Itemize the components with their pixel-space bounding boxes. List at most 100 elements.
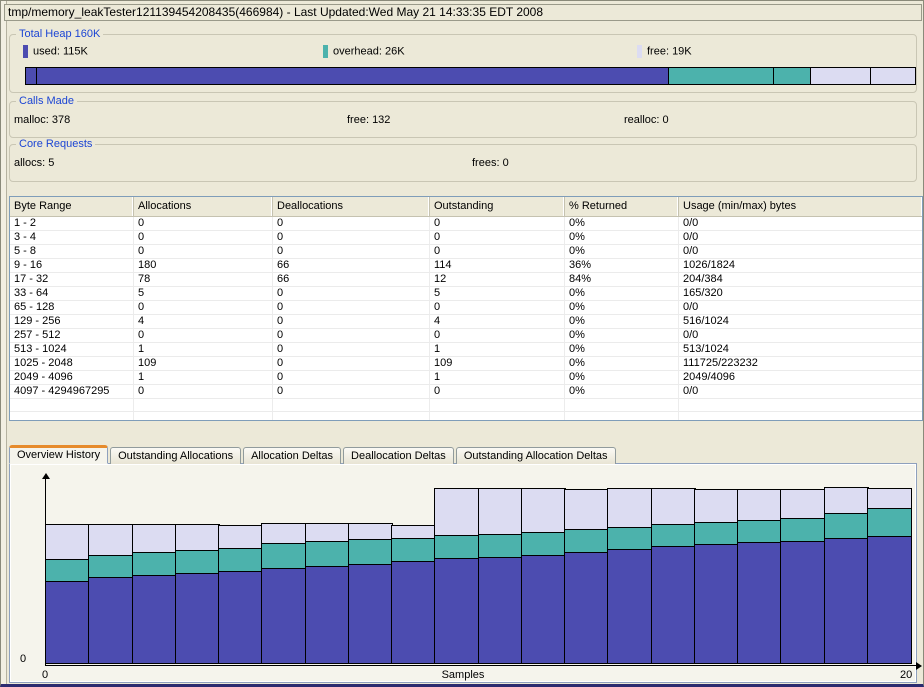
table-cell: 0 [273, 301, 430, 314]
sample-bar-2 [88, 524, 133, 664]
column-header-0[interactable]: Byte Range [10, 197, 134, 217]
table-empty-row [10, 399, 922, 412]
total-heap-group-title: Total Heap 160K [16, 28, 103, 40]
table-cell: 0/0 [679, 231, 922, 244]
overhead-segment [218, 548, 263, 572]
table-cell: 2049/4096 [679, 371, 922, 384]
table-cell: 5 - 8 [10, 245, 134, 258]
overhead-segment [694, 522, 739, 545]
table-cell [10, 399, 134, 411]
heap-usage-bar [25, 67, 916, 85]
table-row[interactable]: 2049 - 40961010%2049/4096 [10, 371, 922, 385]
used-segment [867, 536, 912, 664]
table-cell: 4 [430, 315, 565, 328]
overhead-segment [45, 559, 90, 582]
table-row[interactable]: 17 - 3278661284%204/384 [10, 273, 922, 287]
table-empty-row [10, 412, 922, 421]
table-cell: 3 - 4 [10, 231, 134, 244]
column-header-5[interactable]: Usage (min/max) bytes [679, 197, 922, 217]
tab-outstanding-allocations[interactable]: Outstanding Allocations [110, 447, 241, 464]
tab-allocation-deltas[interactable]: Allocation Deltas [243, 447, 341, 464]
sample-bar-6 [261, 523, 306, 664]
column-header-4[interactable]: % Returned [565, 197, 679, 217]
table-cell: 1026/1824 [679, 259, 922, 272]
used-segment [478, 557, 523, 664]
table-cell: 0 [273, 357, 430, 370]
table-cell: 0 [430, 329, 565, 342]
table-cell: 1 [430, 343, 565, 356]
column-header-3[interactable]: Outstanding [430, 197, 565, 217]
table-cell [134, 412, 273, 421]
sample-bar-13 [564, 489, 609, 664]
table-cell: 0 [273, 329, 430, 342]
table-cell: 0 [273, 245, 430, 258]
table-cell [679, 412, 922, 421]
free-segment [737, 489, 782, 521]
table-cell: 0% [565, 357, 679, 370]
table-cell: 109 [430, 357, 565, 370]
table-cell: 0% [565, 343, 679, 356]
heap-segment-used-1 [37, 68, 669, 84]
table-cell: 129 - 256 [10, 315, 134, 328]
table-cell: 0/0 [679, 329, 922, 342]
table-cell: 0% [565, 217, 679, 230]
calls-made-stat-1: free: 132 [347, 114, 390, 126]
table-cell: 33 - 64 [10, 287, 134, 300]
byte-range-table: Byte RangeAllocationsDeallocationsOutsta… [9, 196, 923, 421]
table-row[interactable]: 513 - 10241010%513/1024 [10, 343, 922, 357]
stacked-bar-chart [10, 464, 916, 682]
free-segment [867, 488, 912, 509]
table-cell: 17 - 32 [10, 273, 134, 286]
table-row[interactable]: 1 - 20000%0/0 [10, 217, 922, 231]
used-color-chip-icon [23, 45, 28, 58]
table-cell: 66 [273, 273, 430, 286]
sample-bar-16 [694, 489, 739, 664]
overhead-segment [737, 520, 782, 543]
free-segment [824, 487, 869, 514]
heap-segment-used-0 [26, 68, 37, 84]
table-row[interactable]: 3 - 40000%0/0 [10, 231, 922, 245]
table-cell [134, 399, 273, 411]
overhead-legend-label: overhead: 26K [333, 46, 405, 58]
table-row[interactable]: 4097 - 42949672950000%0/0 [10, 385, 922, 399]
used-segment [175, 573, 220, 664]
free-color-chip-icon [637, 45, 642, 58]
overhead-segment [867, 508, 912, 537]
table-cell: 12 [430, 273, 565, 286]
table-cell [565, 412, 679, 421]
table-row[interactable]: 5 - 80000%0/0 [10, 245, 922, 259]
column-header-1[interactable]: Allocations [134, 197, 273, 217]
free-segment [348, 523, 393, 540]
table-row[interactable]: 129 - 2564040%516/1024 [10, 315, 922, 329]
table-row[interactable]: 1025 - 204810901090%111725/223232 [10, 357, 922, 371]
table-cell: 5 [430, 287, 565, 300]
used-segment [45, 581, 90, 664]
table-header-row: Byte RangeAllocationsDeallocationsOutsta… [10, 197, 922, 217]
table-cell: 78 [134, 273, 273, 286]
table-cell: 0% [565, 245, 679, 258]
free-segment [780, 489, 825, 519]
tab-deallocation-deltas[interactable]: Deallocation Deltas [343, 447, 454, 464]
table-cell: 66 [273, 259, 430, 272]
column-header-2[interactable]: Deallocations [273, 197, 430, 217]
sample-bar-11 [478, 488, 523, 664]
tab-outstanding-allocation-deltas[interactable]: Outstanding Allocation Deltas [456, 447, 616, 464]
tab-overview-history[interactable]: Overview History [9, 445, 108, 464]
table-cell: 0 [430, 301, 565, 314]
table-row[interactable]: 65 - 1280000%0/0 [10, 301, 922, 315]
table-row[interactable]: 9 - 161806611436%1026/1824 [10, 259, 922, 273]
sample-bar-4 [175, 524, 220, 664]
window-title: tmp/memory_leakTester121139454208435(466… [4, 4, 922, 21]
history-tabstrip: Overview HistoryOutstanding AllocationsA… [9, 445, 618, 464]
table-row[interactable]: 257 - 5120000%0/0 [10, 329, 922, 343]
free-segment [132, 524, 177, 553]
table-cell: 0 [430, 217, 565, 230]
table-cell [273, 412, 430, 421]
used-segment [564, 552, 609, 664]
table-cell: 4097 - 4294967295 [10, 385, 134, 398]
overhead-segment [521, 532, 566, 556]
used-segment [607, 549, 652, 664]
sample-bar-3 [132, 524, 177, 664]
table-row[interactable]: 33 - 645050%165/320 [10, 287, 922, 301]
sample-bar-10 [434, 488, 479, 664]
